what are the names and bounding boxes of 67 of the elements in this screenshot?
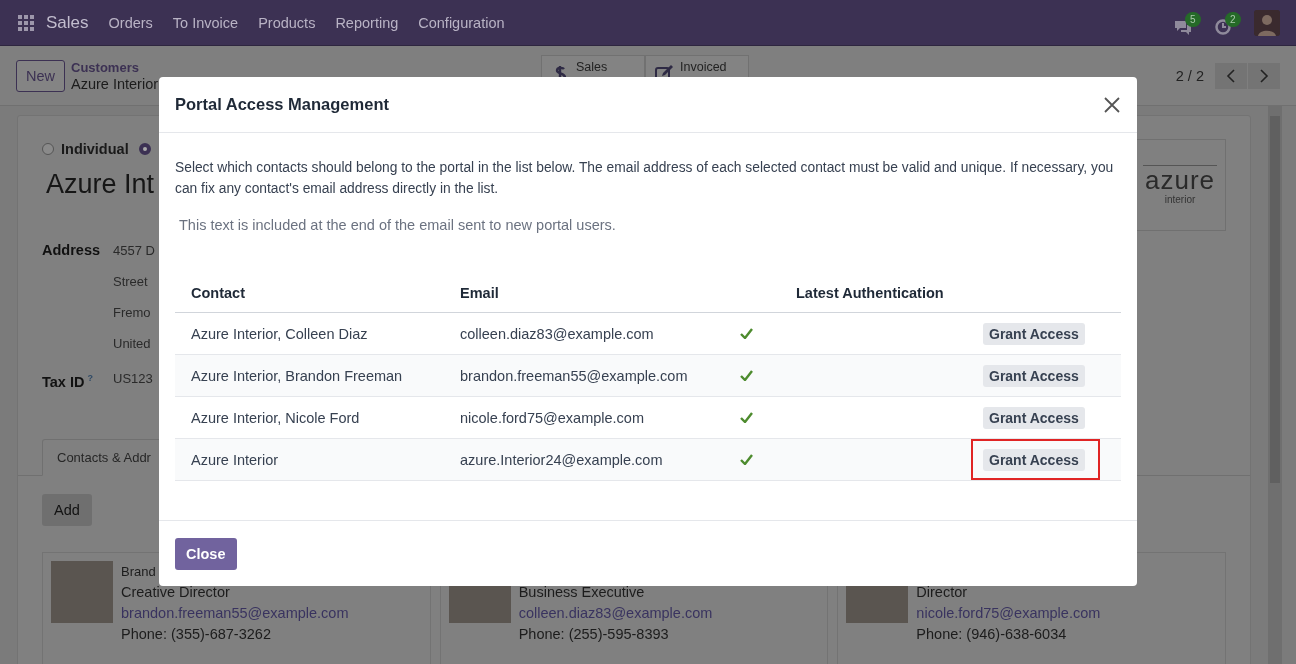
- breadcrumb-current: Azure Interior: [71, 75, 159, 92]
- check-icon[interactable]: [740, 454, 753, 465]
- breadcrumb-link[interactable]: Customers: [71, 59, 471, 76]
- email-link[interactable]: nicole.ford75@example.com: [916, 602, 1101, 624]
- field-value: Fremo: [113, 304, 152, 322]
- add-button[interactable]: Add: [42, 493, 92, 526]
- field-value: 4557 D: [113, 242, 155, 260]
- field-label: Tax ID: [42, 373, 85, 390]
- menu-item[interactable]: Orders: [108, 14, 153, 31]
- radio-button[interactable]: [42, 143, 54, 155]
- field-value: United: [113, 335, 152, 353]
- clock-icon[interactable]: [1214, 17, 1232, 36]
- contact-title: Business Executive: [518, 582, 646, 602]
- previous-button[interactable]: [1215, 62, 1247, 89]
- app-name[interactable]: Sales: [46, 12, 89, 33]
- table-cell: brandon.freeman55@example.com: [444, 354, 740, 397]
- column-header: Email: [444, 273, 740, 313]
- chevron-left-icon[interactable]: [1226, 68, 1236, 83]
- contact-title: Director: [916, 582, 969, 602]
- welcome-message-field[interactable]: This text is included at the end of the email sent to new portal users.: [179, 217, 1117, 233]
- table-cell: Azure Interior, Colleen Diaz: [175, 312, 444, 355]
- menu-item[interactable]: Reporting: [335, 14, 399, 31]
- grant-access-button[interactable]: Grant Access: [983, 322, 1085, 345]
- check-icon[interactable]: [740, 370, 753, 381]
- contact-phone: Phone: (355)-687-3262: [121, 624, 272, 644]
- check-icon[interactable]: [740, 412, 753, 423]
- pager-counter: 2 / 2: [1175, 67, 1204, 84]
- next-button[interactable]: [1248, 62, 1280, 89]
- contact-title: Creative Director: [121, 582, 231, 602]
- radio-button[interactable]: [138, 143, 151, 155]
- close-button[interactable]: Close: [175, 537, 237, 570]
- table-cell: nicole.ford75@example.com: [444, 396, 740, 439]
- dialog-description: Select which contacts should belong to the portal in the list below. The email address of each selected contact must be valid and unique. If necessary, you can fix any contact's email address directly in the list.: [175, 159, 1115, 198]
- table-cell: azure.Interior24@example.com: [444, 438, 740, 481]
- column-header: Latest Authentication: [780, 273, 967, 313]
- email-link[interactable]: colleen.diaz83@example.com: [518, 602, 713, 624]
- menu-item[interactable]: Configuration: [418, 14, 505, 31]
- table-cell: Azure Interior, Brandon Freeman: [175, 354, 444, 397]
- grant-access-button[interactable]: Grant Access: [983, 406, 1085, 429]
- field-value: Street: [113, 273, 149, 291]
- contact-phone: Phone: (946)-638-6034: [916, 624, 1068, 644]
- activity-count-badge: 2: [1225, 11, 1241, 27]
- check-icon[interactable]: [740, 328, 753, 339]
- email-link[interactable]: brandon.freeman55@example.com: [121, 602, 349, 624]
- contact-name: Brand: [121, 562, 157, 581]
- apps-menu-icon[interactable]: [18, 14, 34, 31]
- table-cell: Azure Interior: [175, 438, 444, 481]
- company-name: Azure Int: [46, 169, 155, 200]
- close-icon[interactable]: [1103, 95, 1121, 114]
- scrollbar[interactable]: [1268, 106, 1282, 664]
- message-count-badge: 5: [1185, 11, 1201, 27]
- dialog-title: Portal Access Management: [175, 95, 390, 114]
- new-button[interactable]: New: [16, 59, 65, 92]
- menu-item[interactable]: Products: [258, 14, 316, 31]
- table-cell: colleen.diaz83@example.com: [444, 312, 740, 355]
- menu-item[interactable]: To Invoice: [172, 14, 239, 31]
- photo-placeholder: [51, 560, 113, 623]
- avatar-icon[interactable]: [1254, 9, 1280, 36]
- field-label: Address: [42, 242, 101, 258]
- radio-label: Individual: [61, 141, 129, 157]
- column-header: Contact: [175, 273, 444, 313]
- contact-phone: Phone: (255)-595-8393: [518, 624, 670, 644]
- chevron-right-icon[interactable]: [1259, 68, 1269, 83]
- field-value: US123: [113, 370, 153, 388]
- table-cell: Azure Interior, Nicole Ford: [175, 396, 444, 439]
- grant-access-button[interactable]: Grant Access: [983, 364, 1085, 387]
- grant-access-button[interactable]: Grant Access: [983, 448, 1085, 471]
